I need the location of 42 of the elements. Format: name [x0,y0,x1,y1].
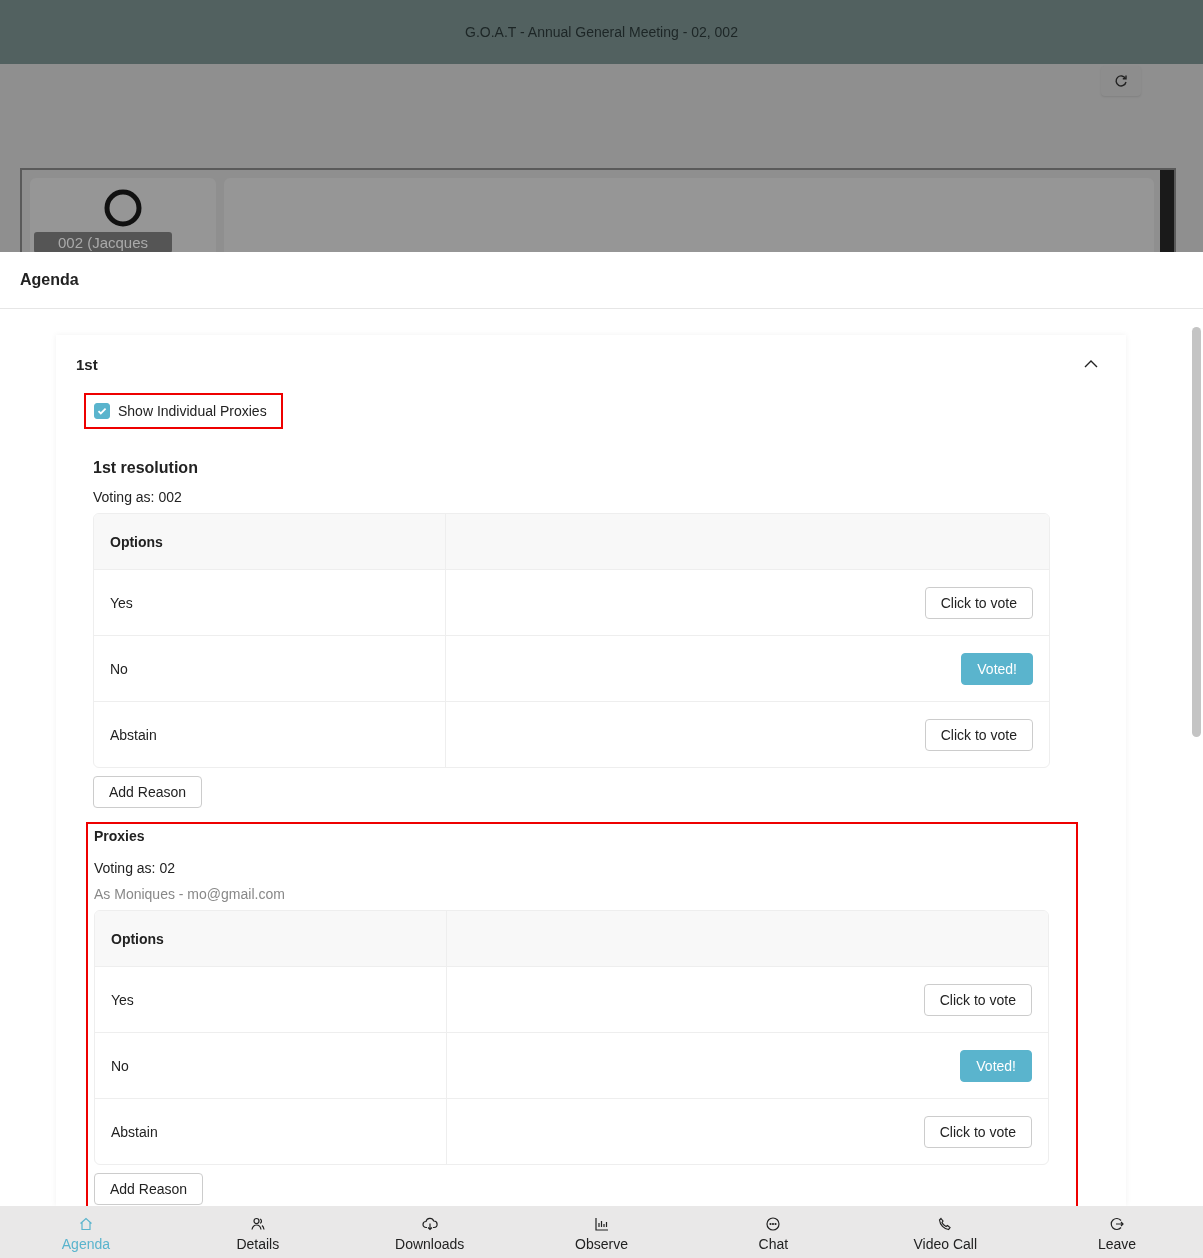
nav-tab[interactable]: Leave [1031,1206,1203,1258]
vote-button[interactable]: Click to vote [924,718,1033,751]
show-proxies-checkbox[interactable]: Show Individual Proxies [84,393,283,429]
column-header: Options [110,533,163,550]
option-label: Yes [111,991,134,1008]
option-label: Abstain [110,726,157,743]
bar-chart-icon [593,1215,610,1232]
sheet-title: Agenda [20,271,79,289]
vote-button[interactable]: Click to vote [923,983,1032,1016]
avatar-icon [103,188,143,228]
home-icon [77,1215,94,1232]
cloud-download-icon [421,1215,438,1232]
participant-name: 002 (Jacques [34,232,173,252]
refresh-icon [1114,74,1128,88]
chevron-icon[interactable] [1084,359,1098,369]
vote-button[interactable]: Click to vote [923,1115,1032,1148]
add-reason-button[interactable]: Add Reason [93,776,203,808]
nav-tab[interactable]: Downloads [343,1206,516,1258]
voting-as-text: Voting as: 002 [93,489,183,505]
logout-icon [1109,1215,1126,1232]
resolution-title: 1st resolution [93,459,199,477]
nav-tab[interactable]: Observe [515,1206,688,1258]
meeting-title: G.O.A.T - Annual General Meeting - 02, 002 [465,24,738,40]
option-label: Abstain [111,1123,158,1140]
proxies-title: Proxies [94,828,146,844]
nav-tab[interactable]: Video Call [859,1206,1032,1258]
nav-tab[interactable]: Details [171,1206,344,1258]
option-label: No [110,660,128,677]
chat-bubble-icon [765,1215,782,1232]
nav-tab[interactable]: Chat [687,1206,860,1258]
vote-button[interactable]: Click to vote [924,586,1033,619]
column-header: Options [111,930,164,947]
proxy-holder-text: As Moniques - mo@gmail.com [94,886,286,902]
refresh-button[interactable] [1101,66,1141,96]
scrollbar[interactable] [1160,170,1174,252]
people-icon [249,1215,266,1232]
phone-icon [937,1215,954,1232]
option-label: No [111,1057,129,1074]
agenda-item-title: 1st [76,355,98,373]
voting-as-text: Voting as: 02 [94,860,176,876]
option-label: Yes [110,594,133,611]
add-reason-button[interactable]: Add Reason [94,1173,204,1205]
